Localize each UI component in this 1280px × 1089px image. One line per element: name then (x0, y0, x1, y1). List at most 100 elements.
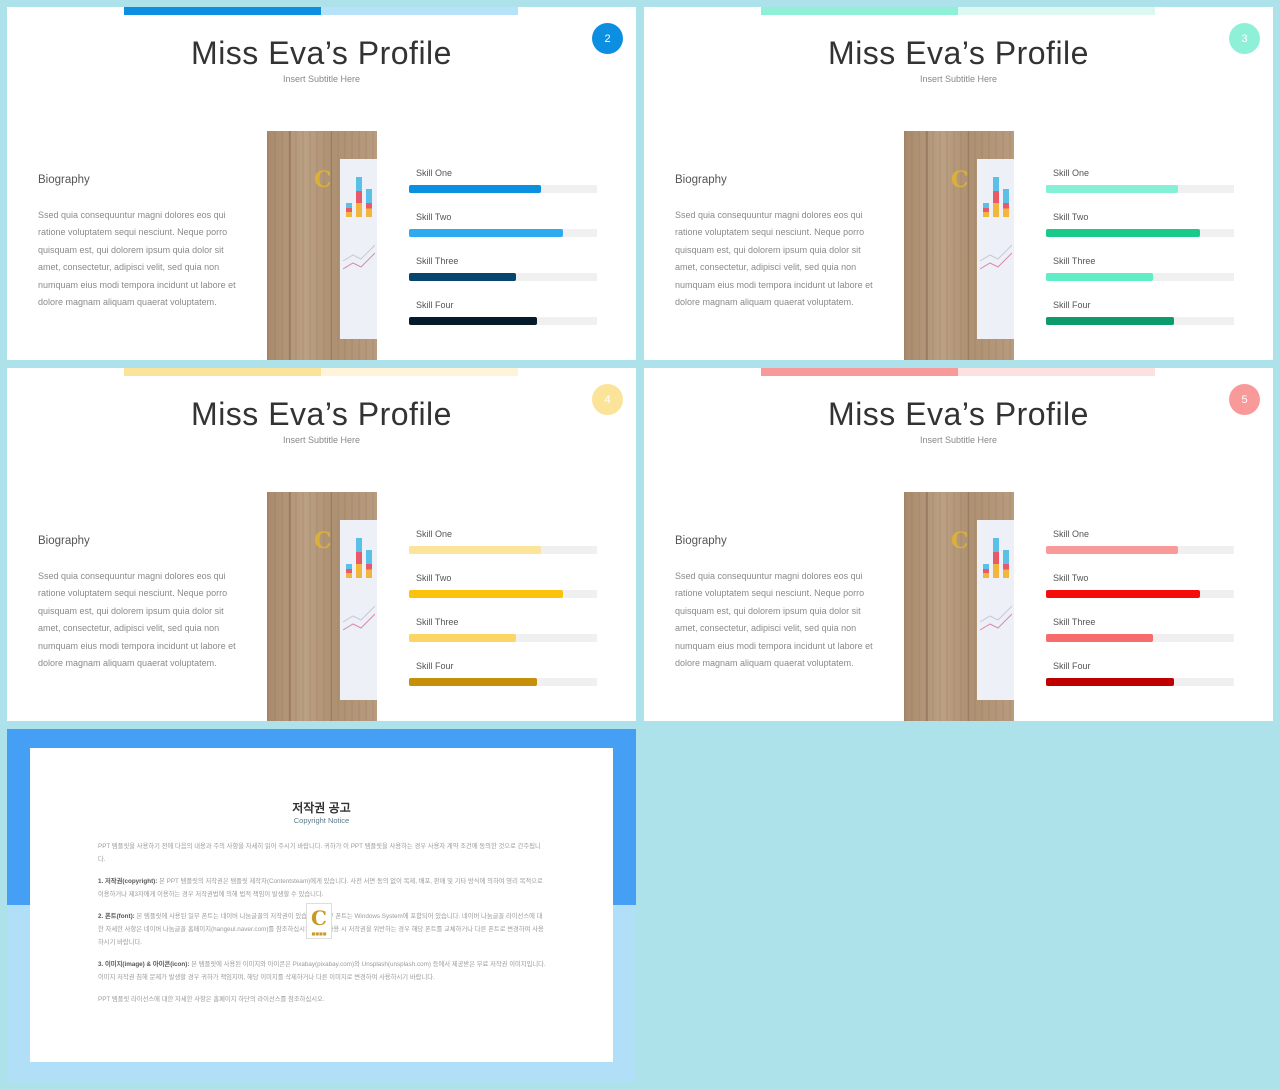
biography-heading: Biography (675, 535, 727, 547)
slide-title: Miss Eva’s Profile (191, 35, 452, 71)
skill-item: Skill Two (1046, 570, 1234, 614)
skill-label: Skill Two (416, 212, 452, 222)
skill-item: Skill One (1046, 165, 1234, 209)
skill-label: Skill Four (416, 661, 454, 671)
report-paper (340, 159, 377, 339)
skill-progress-fill (1046, 273, 1154, 281)
report-paper (977, 159, 1014, 339)
skill-progress-fill (409, 634, 517, 642)
skill-progress-track (409, 678, 597, 686)
skills-list: Skill One Skill Two Skill Three Skill Fo… (1046, 526, 1234, 702)
skill-progress-fill (409, 317, 537, 325)
skill-progress-track (1046, 273, 1234, 281)
skill-progress-track (409, 229, 597, 237)
skill-item: Skill Three (1046, 253, 1234, 297)
gold-logo-icon: C (314, 528, 332, 554)
copyright-paragraph: 3. 이미지(image) & 아이콘(icon): 본 템플릿에 사용된 이미… (98, 961, 546, 981)
wood-grain (289, 131, 291, 360)
accent-bar-light (321, 368, 518, 376)
accent-bar-light (958, 368, 1155, 376)
skill-progress-fill (409, 546, 541, 554)
profile-slide[interactable]: 5 Miss Eva’s Profile Insert Subtitle Her… (644, 368, 1273, 721)
biography-heading: Biography (38, 535, 90, 547)
wood-grain (968, 492, 969, 721)
skill-item: Skill Two (409, 209, 597, 253)
slide-subtitle: Insert Subtitle Here (282, 435, 361, 445)
copyright-paragraph: PPT 템플릿을 사용하기 전에 다음의 내용과 주의 사항을 자세히 읽어 주… (98, 843, 541, 863)
skill-item: Skill Two (409, 570, 597, 614)
skill-progress-track (1046, 229, 1234, 237)
skill-progress-track (1046, 185, 1234, 193)
slide-accent-bar (761, 7, 1155, 15)
skill-item: Skill Four (409, 658, 597, 702)
skill-label: Skill Three (416, 256, 459, 266)
wood-grain (331, 131, 332, 360)
skill-progress-track (1046, 590, 1234, 598)
wood-grain (289, 492, 291, 721)
skill-item: Skill One (409, 526, 597, 570)
skill-progress-track (409, 185, 597, 193)
skill-label: Skill Two (1053, 573, 1089, 583)
skill-progress-fill (1046, 229, 1201, 237)
skill-progress-fill (1046, 185, 1178, 193)
profile-slide[interactable]: 2 Miss Eva’s Profile Insert Subtitle Her… (7, 7, 636, 360)
brand-logo-icon: C ■■■■ (306, 903, 332, 939)
paper-bar-chart-icon (981, 534, 1011, 578)
profile-slide[interactable]: 4 Miss Eva’s Profile Insert Subtitle Her… (7, 368, 636, 721)
skill-progress-fill (1046, 317, 1174, 325)
biography-text: Ssed quia consequuntur magni dolores eos… (675, 210, 873, 308)
wood-grain (331, 492, 332, 721)
skill-item: Skill Two (1046, 209, 1234, 253)
copyright-panel: 저작권 공고 Copyright Notice PPT 템플릿을 사용하기 전에… (30, 748, 613, 1062)
copyright-notice-slide[interactable]: 저작권 공고 Copyright Notice PPT 템플릿을 사용하기 전에… (7, 729, 636, 1082)
skills-list: Skill One Skill Two Skill Three Skill Fo… (1046, 165, 1234, 341)
skill-label: Skill One (1053, 168, 1090, 178)
slide-title: Miss Eva’s Profile (828, 396, 1089, 432)
skill-progress-track (409, 590, 597, 598)
paper-line-chart-icon (980, 605, 1012, 631)
skills-list: Skill One Skill Two Skill Three Skill Fo… (409, 526, 597, 702)
slide-subtitle: Insert Subtitle Here (919, 435, 998, 445)
gold-logo-icon: C (314, 167, 332, 193)
profile-slide[interactable]: 3 Miss Eva’s Profile Insert Subtitle Her… (644, 7, 1273, 360)
skill-progress-fill (409, 590, 564, 598)
paper-bar-chart-icon (981, 173, 1011, 217)
copyright-subtitle: Copyright Notice (293, 816, 350, 825)
skill-progress-track (1046, 678, 1234, 686)
gold-logo-icon: C (951, 528, 969, 554)
slide-subtitle: Insert Subtitle Here (282, 74, 361, 84)
desk-photo: C (267, 131, 377, 360)
skill-progress-fill (409, 229, 564, 237)
skill-label: Skill One (416, 168, 453, 178)
desk-photo: C (904, 492, 1014, 721)
skill-label: Skill One (1053, 529, 1090, 539)
skill-item: Skill Three (409, 614, 597, 658)
skill-item: Skill Three (409, 253, 597, 297)
slide-subtitle: Insert Subtitle Here (919, 74, 998, 84)
skill-progress-track (409, 634, 597, 642)
desk-photo: C (904, 131, 1014, 360)
slide-accent-bar (761, 368, 1155, 376)
skill-progress-fill (409, 185, 541, 193)
gold-logo-icon: C (951, 167, 969, 193)
biography-text: Ssed quia consequuntur magni dolores eos… (38, 571, 236, 669)
slide-accent-bar (124, 7, 518, 15)
skill-label: Skill Four (1053, 661, 1091, 671)
accent-bar-light (321, 7, 518, 15)
slide-title: Miss Eva’s Profile (191, 396, 452, 432)
skill-label: Skill One (416, 529, 453, 539)
desk-photo: C (267, 492, 377, 721)
skill-item: Skill Three (1046, 614, 1234, 658)
skill-progress-track (409, 317, 597, 325)
skill-progress-track (409, 273, 597, 281)
skills-list: Skill One Skill Two Skill Three Skill Fo… (409, 165, 597, 341)
skill-progress-track (409, 546, 597, 554)
report-paper (977, 520, 1014, 700)
skill-progress-track (1046, 546, 1234, 554)
skill-label: Skill Two (416, 573, 452, 583)
accent-bar-dark (124, 7, 321, 15)
biography-heading: Biography (38, 174, 90, 186)
skill-progress-track (1046, 317, 1234, 325)
wood-grain (926, 492, 928, 721)
slide-accent-bar (124, 368, 518, 376)
